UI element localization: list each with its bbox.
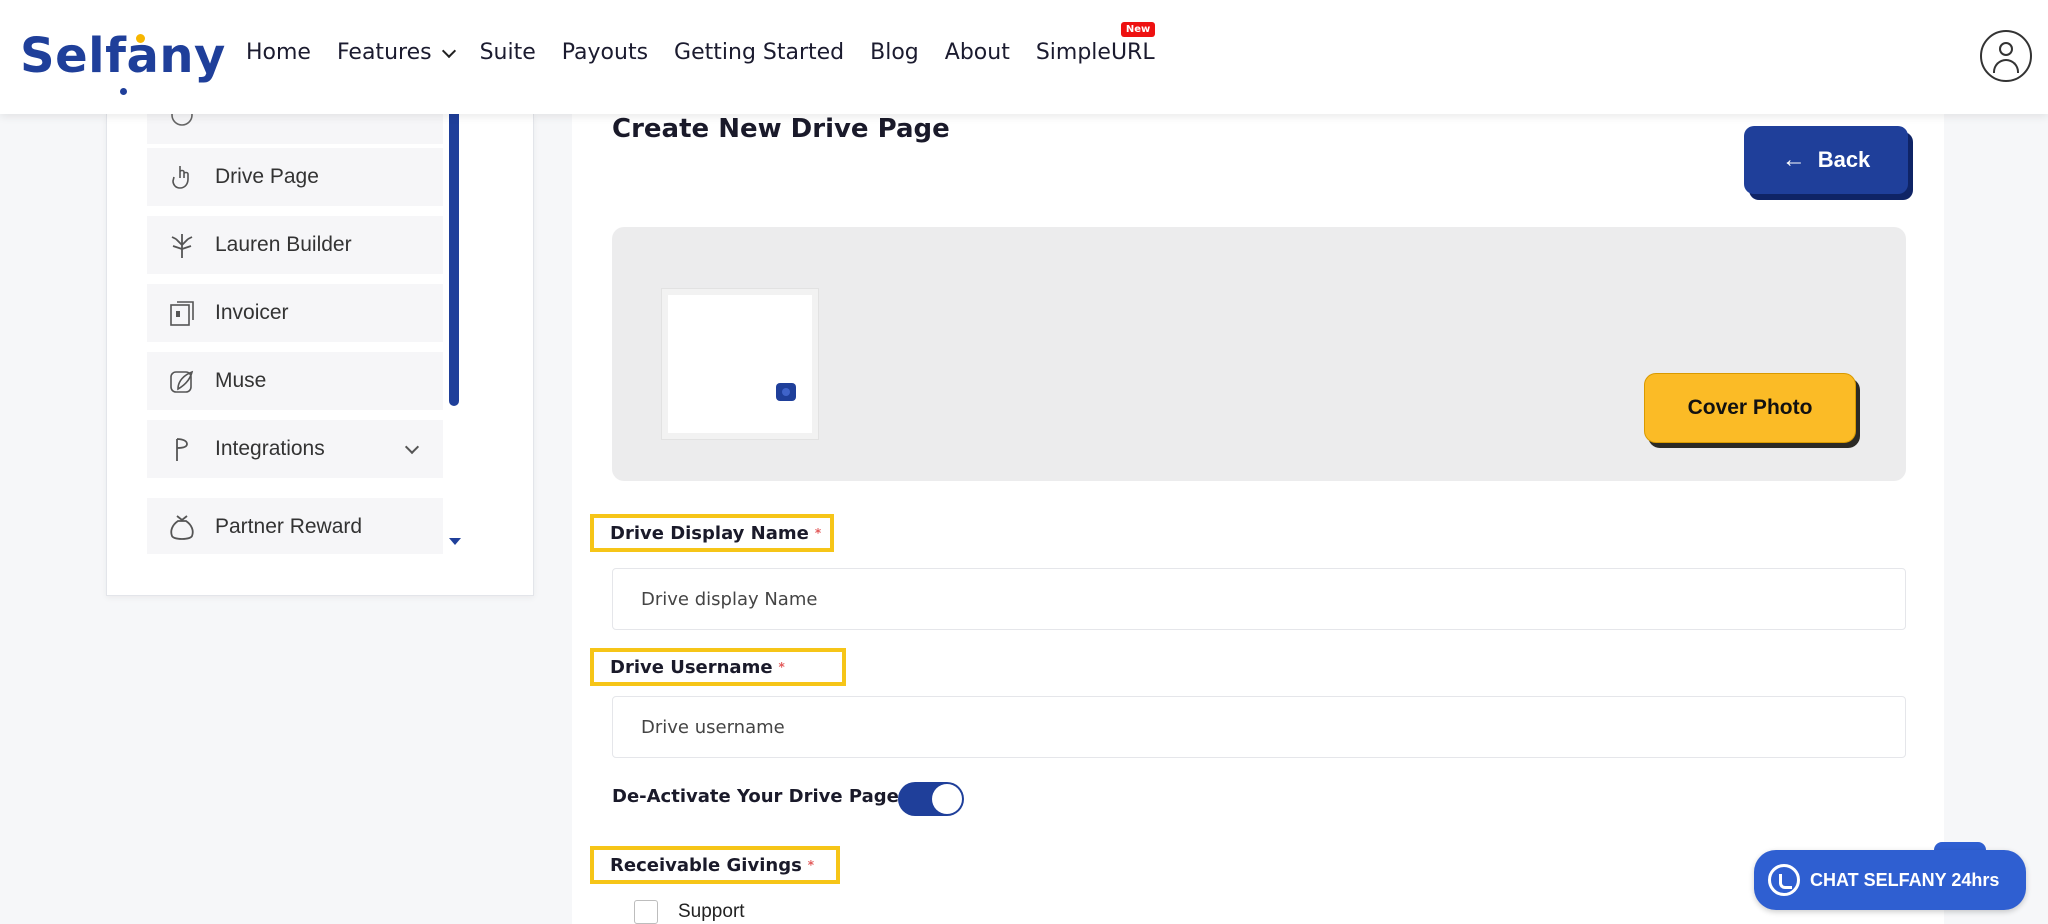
logo-dot-yellow [136, 34, 145, 43]
settings-icon [167, 114, 197, 130]
nav-blog-label: Blog [870, 40, 919, 65]
sidebar-item-label: Drive Page [215, 165, 319, 188]
user-profile-icon[interactable] [1980, 30, 2032, 82]
nav-getting-started-label: Getting Started [674, 40, 845, 65]
sidebar-item-partner-reward[interactable]: Partner Reward [147, 498, 443, 554]
cover-photo-button[interactable]: Cover Photo [1644, 373, 1856, 443]
logo-dot-blue [120, 88, 127, 95]
chat-label: CHAT SELFANY 24hrs [1810, 869, 2000, 890]
support-checkbox[interactable] [634, 900, 658, 924]
givings-label-text: Receivable Givings [610, 854, 802, 876]
selfany-logo[interactable]: Selfany [20, 28, 226, 95]
back-button[interactable]: ← Back [1744, 126, 1908, 194]
chevron-down-icon [404, 439, 420, 455]
whatsapp-icon [1768, 864, 1800, 896]
sidebar-item-label: Invoicer [215, 301, 289, 324]
givings-label: Receivable Givings * [590, 846, 840, 884]
nav-features-label: Features [336, 40, 432, 65]
nav-payouts[interactable]: Payouts [562, 40, 648, 65]
logo-text: Selfany [20, 28, 226, 84]
toggle-knob [932, 784, 962, 814]
hand-pointer-icon [167, 162, 197, 192]
support-label: Support [678, 901, 745, 922]
nav-features[interactable]: Features [336, 40, 456, 65]
feather-icon [167, 366, 197, 396]
nav-payouts-label: Payouts [561, 40, 649, 65]
money-bag-icon [167, 512, 197, 542]
page-title: Create New Drive Page [612, 114, 950, 144]
sidebar-item-label: Lauren Builder [215, 233, 352, 256]
username-label: Drive Username * [590, 648, 846, 686]
nav-simpleurl-label: SimpleURL [1035, 40, 1155, 65]
profile-body-shape [1993, 59, 2019, 73]
nav-home[interactable]: Home [246, 40, 311, 65]
nav-suite-label: Suite [479, 40, 536, 65]
nav-suite[interactable]: Suite [480, 40, 536, 65]
back-button-label: Back [1817, 147, 1871, 172]
sidebar-scrollbar[interactable] [449, 114, 461, 554]
cover-photo-area: Cover Photo [612, 227, 1906, 481]
nav-about-label: About [944, 40, 1010, 65]
sidebar-item-label: Partner Reward [215, 515, 363, 538]
nav-home-label: Home [246, 40, 311, 65]
profile-head-shape [1999, 42, 2013, 56]
top-navbar: Selfany Home Features Suite Payouts Gett… [0, 0, 2048, 114]
display-name-input[interactable] [612, 568, 1906, 630]
camera-icon[interactable] [776, 383, 796, 401]
deactivate-label: De-Activate Your Drive Page [612, 786, 899, 807]
new-badge: New [1120, 22, 1156, 37]
required-mark: * [807, 858, 815, 872]
chevron-down-icon [441, 43, 456, 58]
sidebar-list[interactable]: Drive Page Lauren Builder Invoicer Muse … [147, 114, 447, 554]
deactivate-toggle[interactable] [898, 782, 964, 816]
nav-simpleurl[interactable]: SimpleURL New [1035, 22, 1156, 65]
sidebar-item-drive-page[interactable]: Drive Page [147, 148, 443, 206]
nav-blog[interactable]: Blog [870, 40, 919, 65]
main-nav: Home Features Suite Payouts Getting Star… [246, 22, 1181, 65]
sidebar: Drive Page Lauren Builder Invoicer Muse … [106, 114, 534, 596]
tree-icon [167, 230, 197, 260]
display-name-label: Drive Display Name * [590, 514, 834, 552]
nav-about[interactable]: About [945, 40, 1010, 65]
chat-widget-button[interactable]: CHAT SELFANY 24hrs [1754, 850, 2026, 910]
integration-icon [167, 434, 197, 464]
sidebar-item-invoicer[interactable]: Invoicer [147, 284, 443, 342]
invoice-icon [167, 298, 197, 328]
sidebar-item-label: Muse [215, 369, 267, 392]
main-panel: Create New Drive Page ← Back Cover Photo… [572, 114, 1944, 924]
nav-getting-started[interactable]: Getting Started [674, 40, 844, 65]
username-label-text: Drive Username [610, 656, 773, 678]
arrow-left-icon: ← [1781, 146, 1806, 173]
display-name-label-text: Drive Display Name [610, 522, 809, 544]
sidebar-item-partial[interactable] [147, 114, 443, 144]
sidebar-item-muse[interactable]: Muse [147, 352, 443, 410]
giving-option-support[interactable]: Support [634, 900, 745, 924]
sidebar-item-lauren-builder[interactable]: Lauren Builder [147, 216, 443, 274]
scroll-down-arrow-icon[interactable] [449, 538, 461, 545]
profile-photo-placeholder[interactable] [662, 289, 818, 439]
required-mark: * [778, 660, 785, 674]
sidebar-item-integrations[interactable]: Integrations [147, 420, 443, 478]
sidebar-item-label: Integrations [215, 437, 325, 460]
scrollbar-thumb[interactable] [449, 114, 459, 406]
username-input[interactable] [612, 696, 1906, 758]
required-mark: * [814, 526, 822, 540]
